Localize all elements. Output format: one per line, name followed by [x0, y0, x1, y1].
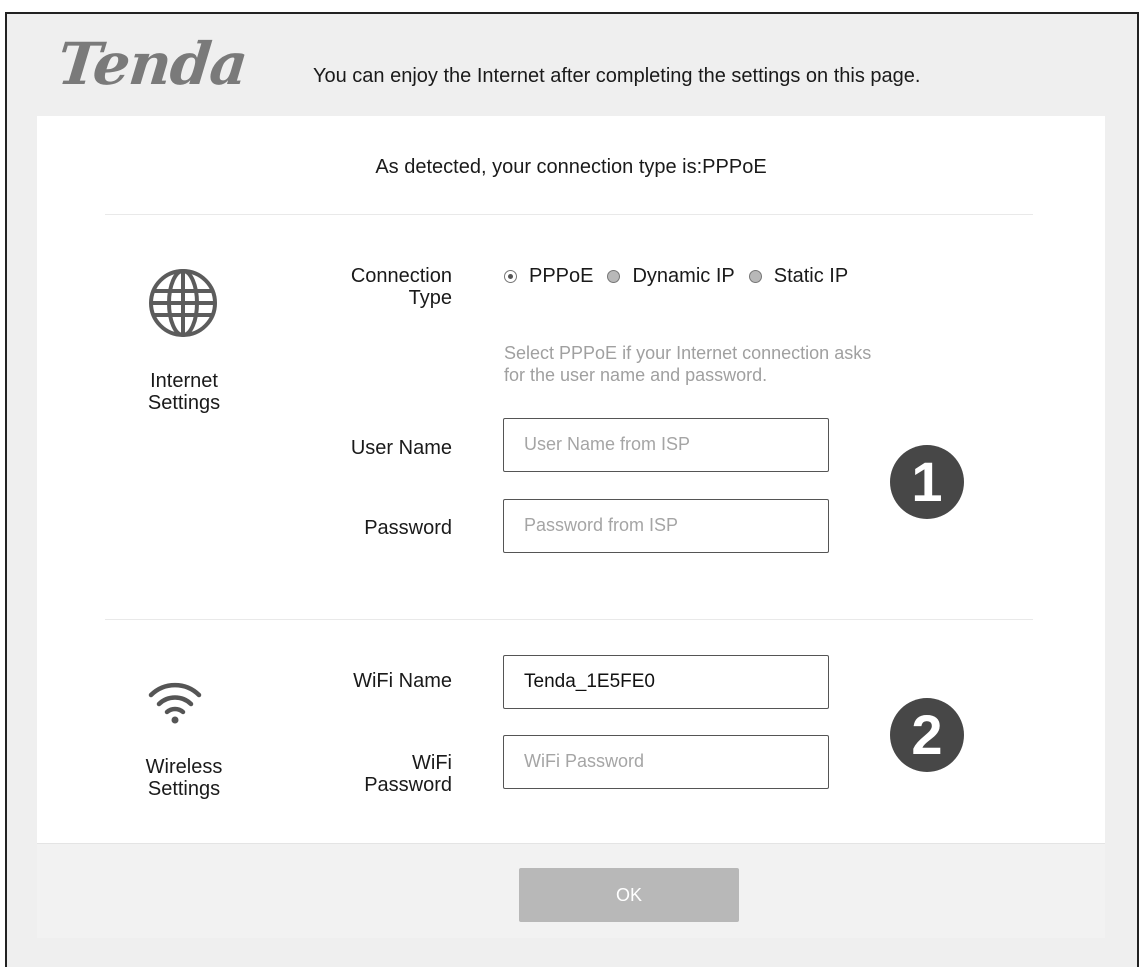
- wifi-name-label: WiFi Name: [353, 670, 452, 692]
- wifi-password-input[interactable]: WiFi Password: [503, 735, 829, 789]
- password-label: Password: [364, 517, 452, 539]
- wifi-name-value: Tenda_1E5FE0: [524, 671, 655, 692]
- footer-bar: OK: [37, 843, 1105, 938]
- settings-card: As detected, your connection type is:PPP…: [37, 116, 1105, 843]
- connection-type-radio-group: PPPoE Dynamic IP Static IP: [504, 265, 862, 288]
- wifi-password-label: WiFi Password: [364, 752, 452, 796]
- step-2-badge: 2: [890, 698, 964, 772]
- password-placeholder: Password from ISP: [524, 515, 679, 535]
- username-placeholder: User Name from ISP: [524, 434, 691, 454]
- username-input[interactable]: User Name from ISP: [503, 418, 829, 472]
- wireless-settings-label: Wireless Settings: [145, 756, 223, 800]
- wifi-icon: [148, 682, 202, 724]
- wifi-password-placeholder: WiFi Password: [524, 751, 645, 771]
- tenda-logo: Tenda: [54, 30, 251, 98]
- radio-pppoe[interactable]: PPPoE: [504, 265, 593, 288]
- wifi-name-input[interactable]: Tenda_1E5FE0: [503, 655, 829, 709]
- radio-unchecked-icon[interactable]: [748, 270, 762, 283]
- ok-button[interactable]: OK: [519, 868, 739, 922]
- radio-unchecked-icon[interactable]: [607, 270, 621, 283]
- internet-settings-label: Internet Settings: [147, 370, 221, 414]
- radio-static-ip[interactable]: Static IP: [748, 265, 848, 288]
- globe-icon: [149, 269, 217, 337]
- step-1-badge: 1: [890, 445, 964, 519]
- password-input[interactable]: Password from ISP: [503, 499, 829, 553]
- detected-connection-text: As detected, your connection type is:PPP…: [375, 156, 767, 178]
- connection-type-label: Connection Type: [350, 265, 452, 309]
- username-label: User Name: [350, 437, 452, 459]
- divider-middle: [105, 619, 1033, 620]
- pppoe-hint: Select PPPoE if your Internet connection…: [504, 343, 872, 385]
- radio-dynamic-ip[interactable]: Dynamic IP: [607, 265, 735, 288]
- divider-top: [105, 214, 1033, 215]
- page-tagline: You can enjoy the Internet after complet…: [313, 65, 921, 87]
- radio-checked-icon[interactable]: [504, 270, 517, 283]
